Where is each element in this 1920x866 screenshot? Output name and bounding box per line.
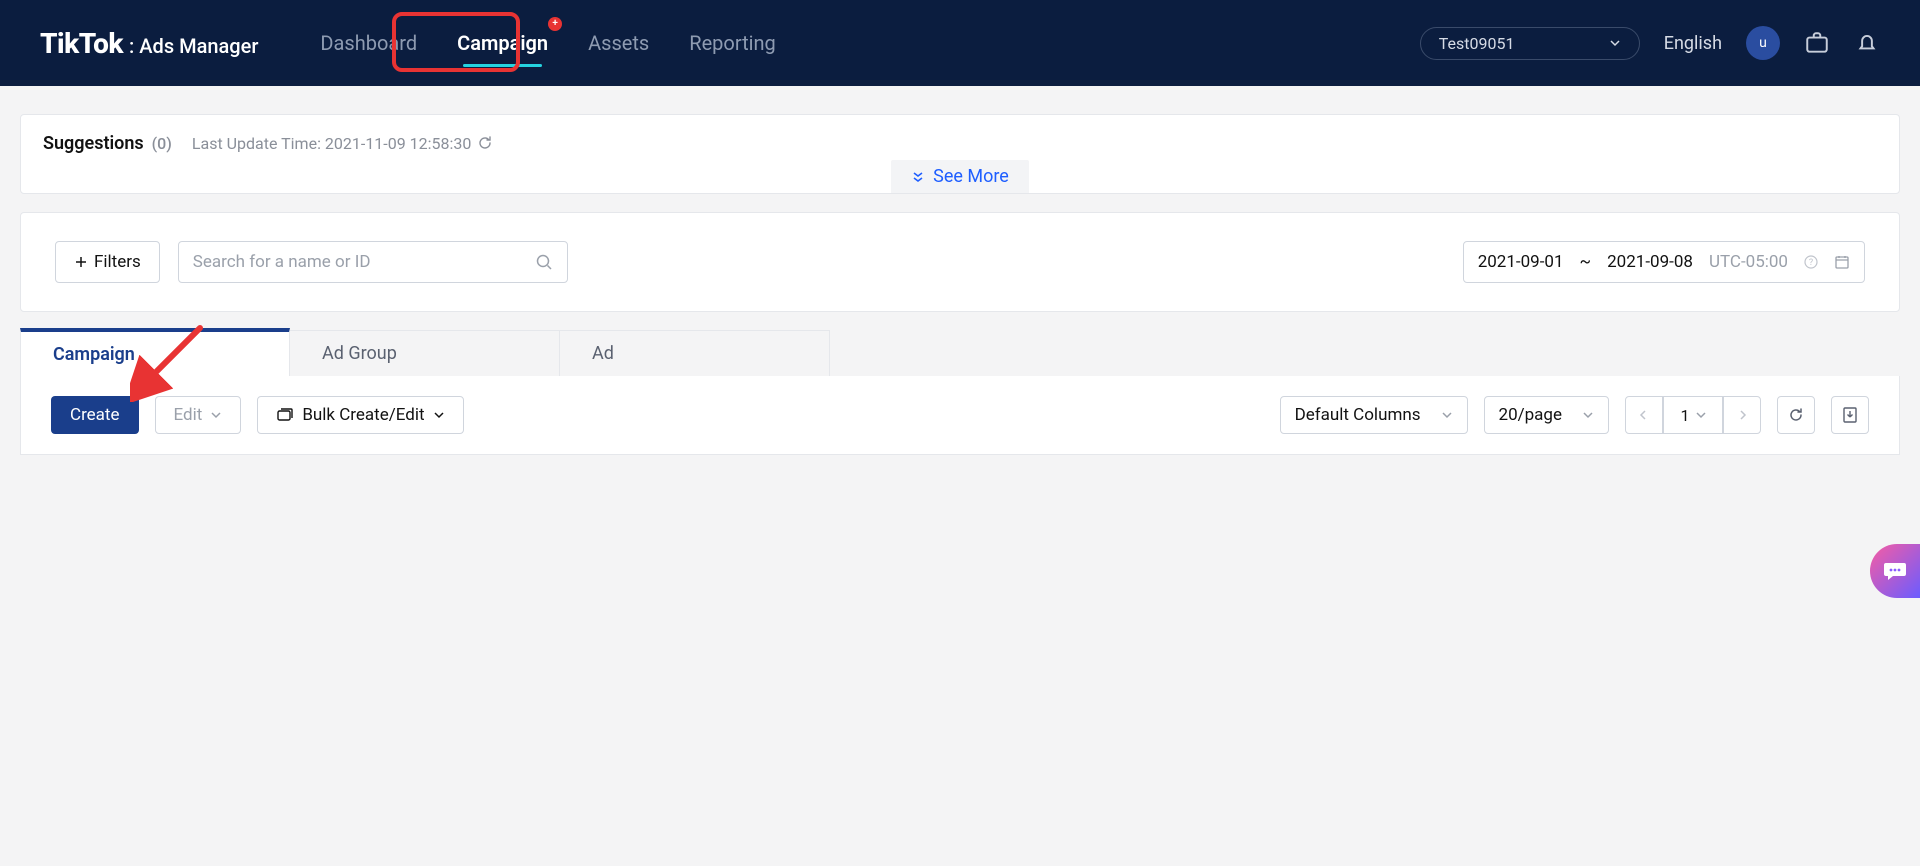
briefcase-icon[interactable]	[1804, 30, 1830, 56]
search-icon	[535, 253, 553, 271]
suggestions-count: (0)	[152, 134, 172, 153]
chevron-right-icon	[1737, 410, 1747, 420]
chevron-down-icon	[1609, 37, 1621, 49]
columns-label: Default Columns	[1295, 405, 1421, 425]
bulk-icon	[276, 406, 294, 424]
date-from: 2021-09-01	[1478, 252, 1564, 272]
refresh-icon	[1787, 406, 1805, 424]
search-input[interactable]	[193, 252, 525, 272]
main-content: Suggestions (0) Last Update Time: 2021-1…	[0, 86, 1920, 455]
page-size-selector[interactable]: 20/page	[1484, 396, 1609, 434]
see-more-label: See More	[933, 166, 1009, 187]
suggestions-title: Suggestions (0)	[43, 133, 172, 154]
chevron-left-icon	[1639, 410, 1649, 420]
export-button[interactable]	[1831, 396, 1869, 434]
nav-reporting[interactable]: Reporting	[687, 25, 778, 61]
table-toolbar: Create Edit Bulk Create/Edit Default Col…	[20, 376, 1900, 455]
tab-ad[interactable]: Ad	[560, 330, 830, 376]
suggestions-panel: Suggestions (0) Last Update Time: 2021-1…	[20, 114, 1900, 194]
refresh-table-button[interactable]	[1777, 396, 1815, 434]
chevron-down-icon	[433, 409, 445, 421]
page-number: 1	[1681, 406, 1690, 425]
create-button[interactable]: Create	[51, 396, 139, 434]
pagination: 1	[1625, 396, 1761, 434]
chevron-down-icon	[1696, 410, 1706, 420]
date-to: 2021-09-08	[1607, 252, 1693, 272]
top-nav: TikTok : Ads Manager Dashboard Campaign …	[0, 0, 1920, 86]
tab-campaign[interactable]: Campaign	[20, 328, 290, 376]
filter-bar: Filters 2021-09-01 ~ 2021-09-08 UTC-05:0…	[20, 212, 1900, 312]
bulk-create-edit-dropdown[interactable]: Bulk Create/Edit	[257, 396, 463, 434]
logo-tiktok-text: TikTok	[40, 27, 123, 60]
last-update-label: Last Update Time:	[192, 134, 321, 153]
double-chevron-down-icon	[911, 170, 925, 184]
search-field[interactable]	[178, 241, 568, 283]
prev-page-button[interactable]	[1625, 396, 1663, 434]
header-right: Test09051 English u	[1420, 26, 1880, 60]
help-chat-button[interactable]	[1870, 544, 1920, 598]
download-icon	[1841, 406, 1859, 424]
timezone-label: UTC-05:00	[1709, 252, 1788, 272]
page-number-selector[interactable]: 1	[1663, 396, 1723, 434]
entity-tabs: Campaign Ad Group Ad	[20, 330, 1900, 376]
tab-ad-group[interactable]: Ad Group	[290, 330, 560, 376]
logo-ads-manager-text: : Ads Manager	[129, 34, 258, 58]
nav-campaign[interactable]: Campaign +	[455, 25, 550, 61]
date-range-picker[interactable]: 2021-09-01 ~ 2021-09-08 UTC-05:00 ?	[1463, 241, 1865, 283]
edit-dropdown[interactable]: Edit	[155, 396, 242, 434]
nav-campaign-label: Campaign	[457, 31, 548, 55]
calendar-icon	[1834, 254, 1850, 270]
date-separator: ~	[1580, 252, 1592, 272]
nav-dashboard[interactable]: Dashboard	[318, 25, 419, 61]
refresh-icon[interactable]	[477, 135, 493, 151]
filters-button[interactable]: Filters	[55, 241, 160, 283]
account-selector[interactable]: Test09051	[1420, 27, 1640, 60]
bell-icon[interactable]	[1854, 30, 1880, 56]
chevron-down-icon	[1582, 409, 1594, 421]
user-avatar[interactable]: u	[1746, 26, 1780, 60]
logo[interactable]: TikTok : Ads Manager	[40, 27, 258, 60]
chat-icon	[1881, 557, 1909, 585]
plus-icon	[74, 255, 88, 269]
filters-label: Filters	[94, 252, 141, 272]
svg-text:?: ?	[1809, 258, 1813, 268]
suggestions-title-text: Suggestions	[43, 133, 144, 154]
last-update-time: Last Update Time: 2021-11-09 12:58:30	[192, 134, 493, 153]
next-page-button[interactable]	[1723, 396, 1761, 434]
last-update-value: 2021-11-09 12:58:30	[325, 134, 471, 153]
page-size-label: 20/page	[1499, 405, 1562, 425]
see-more-button[interactable]: See More	[891, 160, 1029, 193]
plus-badge-icon: +	[548, 17, 562, 31]
chevron-down-icon	[210, 409, 222, 421]
edit-label: Edit	[174, 405, 203, 425]
account-name: Test09051	[1439, 34, 1515, 53]
bulk-label: Bulk Create/Edit	[302, 405, 424, 425]
primary-nav: Dashboard Campaign + Assets Reporting	[318, 25, 777, 61]
columns-selector[interactable]: Default Columns	[1280, 396, 1468, 434]
chevron-down-icon	[1441, 409, 1453, 421]
help-icon[interactable]: ?	[1804, 255, 1818, 269]
language-selector[interactable]: English	[1664, 33, 1722, 54]
nav-assets[interactable]: Assets	[586, 25, 651, 61]
